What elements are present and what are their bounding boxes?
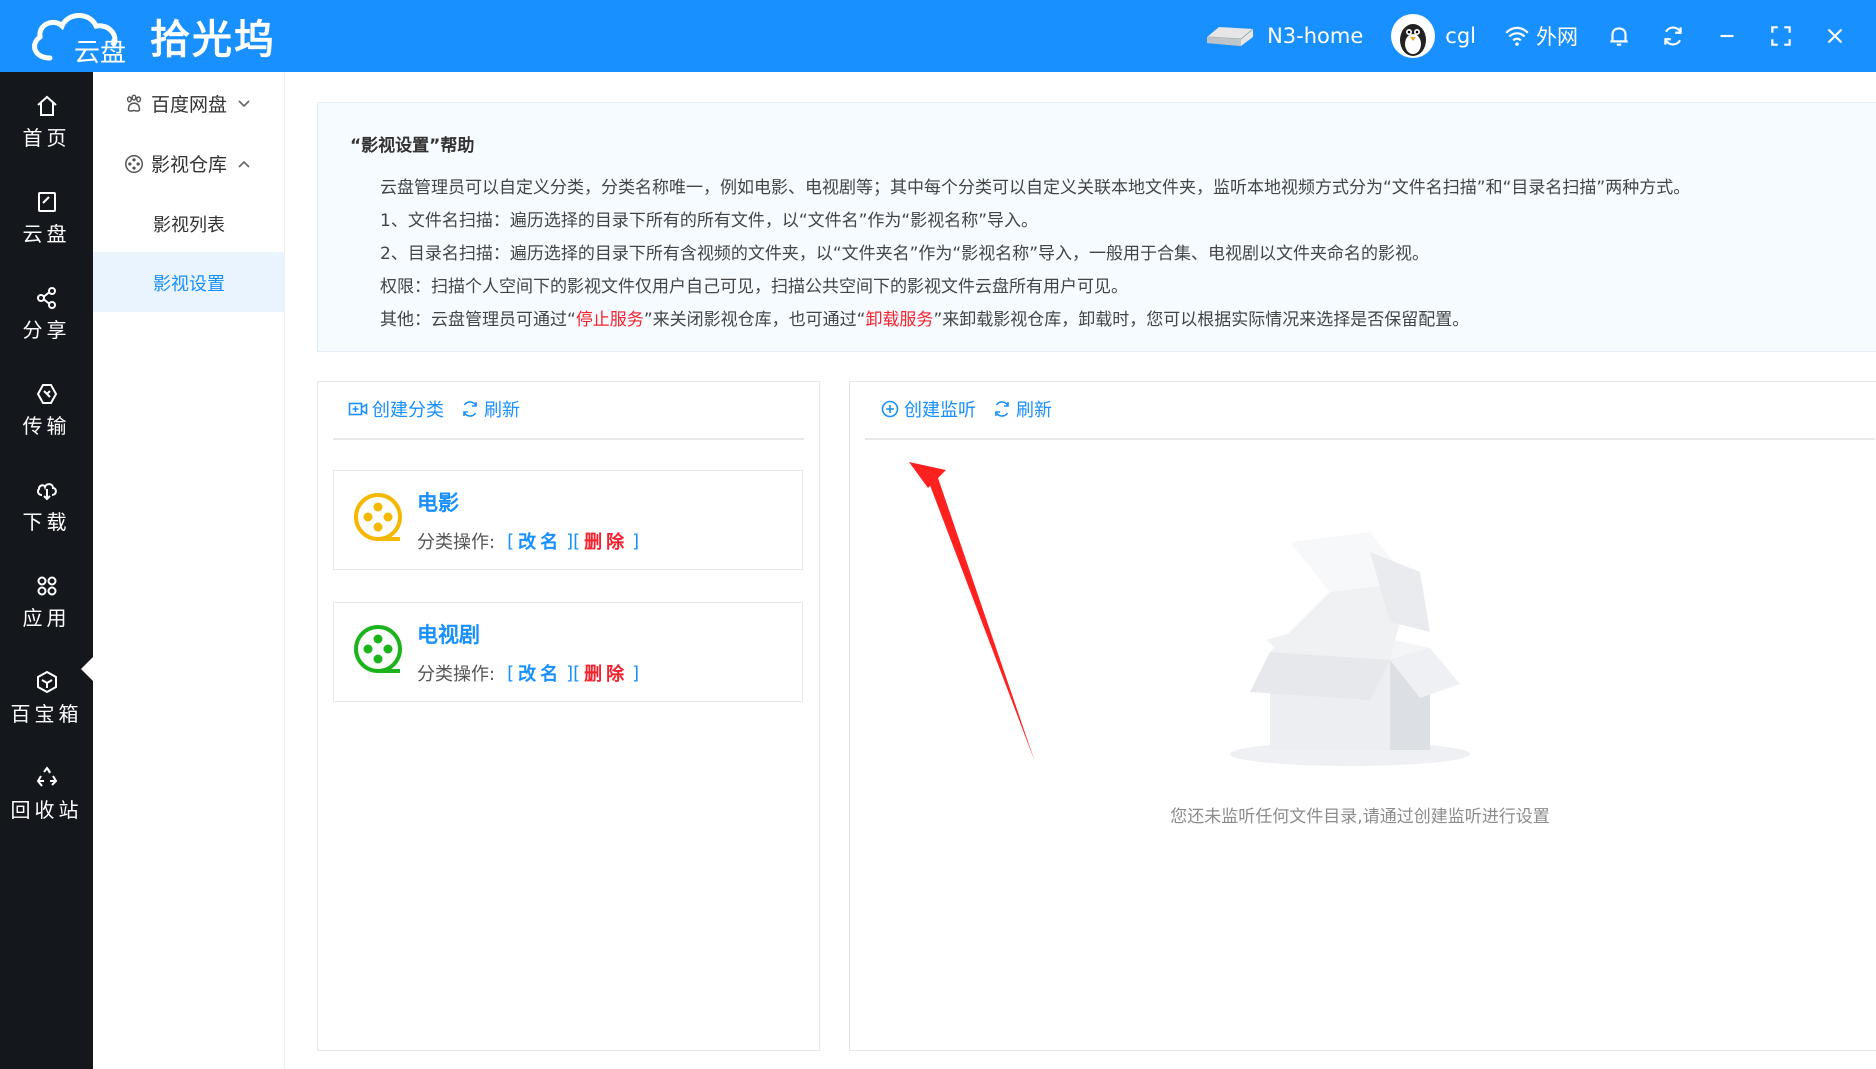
- red-annotation-arrow: [909, 462, 1035, 762]
